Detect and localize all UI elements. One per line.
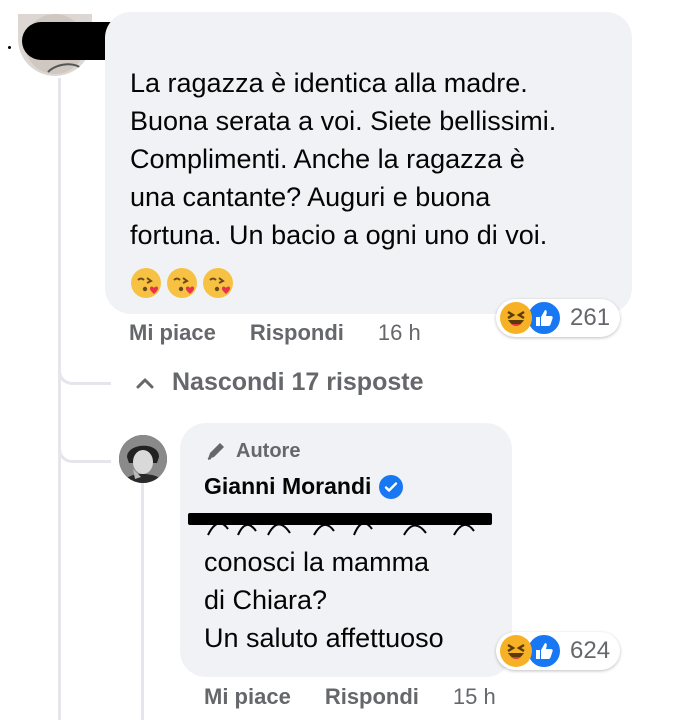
like-button[interactable]: Mi piace xyxy=(204,684,291,710)
reply-text-line: di Chiara? xyxy=(204,585,328,615)
author-badge-label: Autore xyxy=(236,439,301,462)
reply-timestamp[interactable]: 15 h xyxy=(453,684,496,710)
kissing-heart-emoji-icon xyxy=(167,268,197,298)
comment-text-line: Buona serata a voi. Siete bellissimi. xyxy=(130,106,557,136)
comment-body: La ragazza è identica alla madre. Buona … xyxy=(130,64,630,254)
reaction-count: 624 xyxy=(570,637,611,664)
reply-actions: Mi piace Rispondi 15 h xyxy=(204,684,496,710)
reply-reactions-summary[interactable]: 624 xyxy=(496,632,621,670)
reactions-summary[interactable]: 261 xyxy=(496,299,621,337)
reply-button[interactable]: Rispondi xyxy=(250,320,344,346)
hide-replies-label: Nascondi 17 risposte xyxy=(172,368,424,396)
kissing-heart-emoji-icon xyxy=(131,268,161,298)
reaction-count: 261 xyxy=(570,304,611,331)
kissing-heart-emoji-icon xyxy=(203,268,233,298)
like-button[interactable]: Mi piace xyxy=(129,320,216,346)
reply-author-avatar[interactable] xyxy=(119,435,167,483)
author-badge: Autore xyxy=(204,439,300,463)
thread-branch-line xyxy=(58,420,111,463)
redaction-mark xyxy=(188,513,492,525)
haha-reaction-icon xyxy=(500,635,532,667)
comment-timestamp[interactable]: 16 h xyxy=(378,320,421,346)
pen-icon xyxy=(207,443,224,460)
avatar-image xyxy=(119,435,167,483)
comment-text-line: fortuna. Un bacio a ogni uno di voi. xyxy=(130,220,548,250)
comment-text-line: La ragazza è identica alla madre. xyxy=(130,68,528,98)
reply-button[interactable]: Rispondi xyxy=(325,684,419,710)
chevron-up-icon xyxy=(136,378,154,388)
hide-replies-button[interactable]: Nascondi 17 risposte xyxy=(134,368,423,397)
comment-actions: Mi piace Rispondi 16 h xyxy=(129,320,421,346)
comment-bubble[interactable]: La ragazza è identica alla madre. Buona … xyxy=(105,12,632,314)
reply-author[interactable]: Gianni Morandi xyxy=(204,473,404,500)
emoji-row xyxy=(129,266,235,300)
reply-body: conosci la mamma di Chiara? Un saluto af… xyxy=(204,543,504,657)
author-name[interactable]: Gianni Morandi xyxy=(204,473,371,500)
reply-text-line: Un saluto affettuoso xyxy=(204,623,444,653)
reply-bubble[interactable]: Autore Gianni Morandi conosci la mamma d… xyxy=(180,423,512,677)
redaction-mark xyxy=(8,46,11,49)
reply-text-line: conosci la mamma xyxy=(204,547,430,577)
thread-branch-line xyxy=(58,340,111,385)
thread-line xyxy=(58,78,61,720)
verified-badge-icon xyxy=(379,474,404,499)
reply-thread-line xyxy=(141,482,144,720)
comment-text-line: Complimenti. Anche la ragazza è xyxy=(130,144,525,174)
comment-text-line: una cantante? Auguri e buona xyxy=(130,182,491,212)
haha-reaction-icon xyxy=(500,302,532,334)
